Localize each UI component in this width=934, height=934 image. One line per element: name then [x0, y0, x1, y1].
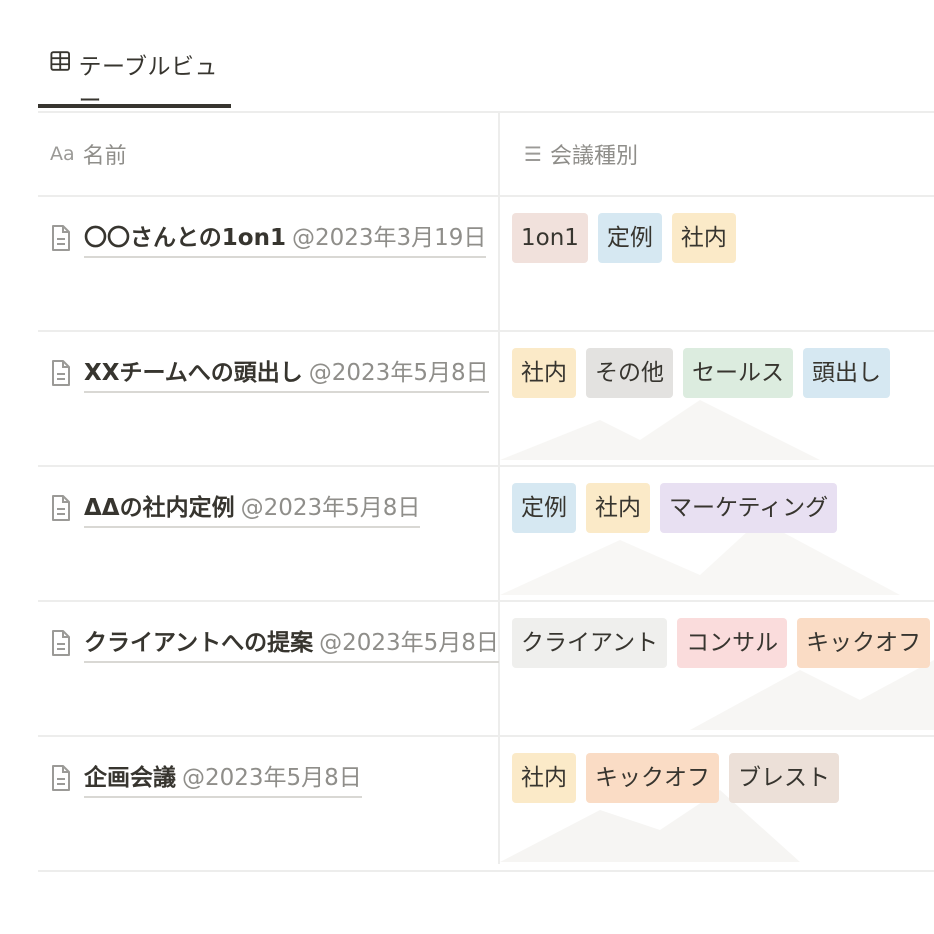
tag-pill[interactable]: その他	[586, 348, 673, 398]
meeting-type-cell[interactable]: 定例 社内 マーケティング	[498, 467, 838, 600]
page-title: 企画会議	[84, 765, 176, 791]
page-icon	[52, 225, 70, 251]
page-title-link[interactable]: XXチームへの頭出し @2023年5月8日	[84, 358, 489, 393]
page-title: クライアントへの提案	[84, 630, 314, 656]
page-title-link[interactable]: 企画会議 @2023年5月8日	[84, 763, 362, 798]
name-cell: ΔΔの社内定例 @2023年5月8日	[38, 467, 498, 600]
view-tab-bar: テーブルビュー	[38, 0, 934, 114]
tag-pill[interactable]: キックオフ	[586, 753, 719, 803]
meeting-type-cell[interactable]: 1on1 定例 社内	[498, 197, 736, 330]
date-mention[interactable]: @2023年5月8日	[319, 630, 499, 656]
meeting-type-cell[interactable]: クライアント コンサル キックオフ	[498, 602, 931, 735]
meeting-type-cell[interactable]: 社内 キックオフ ブレスト	[498, 737, 839, 870]
page-icon	[52, 360, 70, 386]
meeting-type-cell[interactable]: 社内 その他 セールス 頭出し	[498, 332, 890, 465]
tag-pill[interactable]: 頭出し	[803, 348, 890, 398]
date-mention[interactable]: @2023年5月8日	[309, 360, 489, 386]
page-icon	[52, 765, 70, 791]
tag-pill[interactable]: ブレスト	[729, 753, 839, 803]
tag-pill[interactable]: 社内	[512, 348, 576, 398]
table-row: 企画会議 @2023年5月8日 社内 キックオフ ブレスト	[38, 737, 934, 872]
table-row: ΔΔの社内定例 @2023年5月8日 定例 社内 マーケティング	[38, 467, 934, 602]
column-header-meeting-type[interactable]: ☰ 会議種別	[510, 113, 638, 195]
table-row: 〇〇さんとの1on1 @2023年3月19日 1on1 定例 社内	[38, 197, 934, 332]
tab-table-view[interactable]: テーブルビュー	[38, 38, 230, 114]
page-title: 〇〇さんとの1on1	[84, 225, 286, 251]
name-cell: 企画会議 @2023年5月8日	[38, 737, 498, 870]
tag-pill[interactable]: 社内	[586, 483, 650, 533]
text-type-icon: Aa	[50, 143, 75, 165]
column-header-label: 会議種別	[549, 144, 638, 169]
name-cell: クライアントへの提案 @2023年5月8日	[38, 602, 499, 735]
date-mention[interactable]: @2023年3月19日	[292, 225, 486, 251]
table-row: XXチームへの頭出し @2023年5月8日 社内 その他 セールス 頭出し	[38, 332, 934, 467]
tag-pill[interactable]: セールス	[683, 348, 793, 398]
tag-pill[interactable]: 定例	[597, 213, 662, 263]
column-header-label: 名前	[82, 144, 127, 169]
page-title: ΔΔの社内定例	[84, 495, 235, 521]
page-title-link[interactable]: 〇〇さんとの1on1 @2023年3月19日	[84, 223, 487, 258]
table-icon	[50, 51, 70, 71]
tag-pill[interactable]: クライアント	[512, 618, 668, 668]
page-title-link[interactable]: クライアントへの提案 @2023年5月8日	[84, 628, 499, 663]
tag-pill[interactable]: 社内	[512, 753, 576, 803]
page-title: XXチームへの頭出し	[84, 360, 303, 386]
active-tab-indicator	[38, 104, 231, 108]
tag-pill[interactable]: 社内	[671, 213, 736, 263]
database-table: Aa 名前 ☰ 会議種別 〇〇さんとの1on1 @2023年3月19日 1on1 定例…	[38, 113, 934, 872]
date-mention[interactable]: @2023年5月8日	[241, 495, 421, 521]
page-title-link[interactable]: ΔΔの社内定例 @2023年5月8日	[84, 493, 421, 528]
name-cell: 〇〇さんとの1on1 @2023年3月19日	[38, 197, 498, 330]
tag-pill[interactable]: マーケティング	[660, 483, 838, 533]
table-header-row: Aa 名前 ☰ 会議種別	[38, 113, 934, 197]
column-header-name[interactable]: Aa 名前	[38, 113, 510, 195]
name-cell: XXチームへの頭出し @2023年5月8日	[38, 332, 498, 465]
table-row: クライアントへの提案 @2023年5月8日 クライアント コンサル キックオフ	[38, 602, 934, 737]
tag-pill[interactable]: 1on1	[512, 213, 588, 263]
list-icon: ☰	[524, 142, 542, 166]
page-icon	[52, 630, 70, 656]
tag-pill[interactable]: 定例	[512, 483, 576, 533]
tag-pill[interactable]: コンサル	[677, 618, 788, 668]
page-icon	[52, 495, 70, 521]
tag-pill[interactable]: キックオフ	[797, 618, 931, 668]
date-mention[interactable]: @2023年5月8日	[182, 765, 362, 791]
